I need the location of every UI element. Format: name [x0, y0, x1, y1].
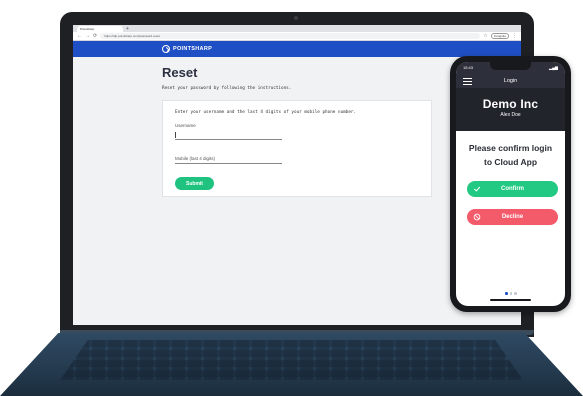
- phone-time: 15:43: [463, 65, 474, 70]
- laptop-camera: [294, 16, 298, 20]
- submit-button[interactable]: Submit: [175, 177, 214, 190]
- phone-account-header: Demo Inc Alex Doe: [456, 88, 565, 131]
- more-menu-icon[interactable]: ⋮: [512, 33, 517, 39]
- checkmark-icon: [474, 186, 481, 192]
- confirm-prompt-line1: Please confirm login: [468, 143, 553, 153]
- mobile-label: Mobile (last 4 digits): [175, 156, 216, 161]
- page-subtitle: Reset your password by following the ins…: [162, 86, 292, 91]
- menu-icon[interactable]: [463, 78, 472, 85]
- back-icon[interactable]: ←: [77, 33, 82, 39]
- username-input[interactable]: [175, 139, 282, 140]
- company-name: Demo Inc: [482, 97, 539, 111]
- phone-notch: [490, 62, 531, 70]
- home-indicator: [490, 299, 531, 301]
- reload-icon[interactable]: ⟳: [93, 33, 97, 39]
- username-label: Username: [175, 123, 196, 128]
- confirm-prompt: Please confirm login to Cloud App: [456, 141, 565, 169]
- forward-icon[interactable]: →: [85, 33, 90, 39]
- browser-tab-title: Pointsharp: [80, 27, 95, 31]
- page-dot: [509, 292, 512, 295]
- toolbar-actions: ☆ Incognito ⋮: [483, 33, 517, 39]
- laptop-keyboard: [60, 340, 523, 380]
- address-bar[interactable]: https://idp.pointsharp.com/password-rese…: [100, 33, 481, 39]
- user-name: Alex Doe: [500, 112, 521, 118]
- phone-nav-title: Login: [503, 78, 518, 84]
- confirm-button[interactable]: Confirm: [467, 181, 558, 197]
- decline-button[interactable]: Decline: [467, 209, 558, 225]
- browser-tab-strip: Pointsharp +: [73, 25, 521, 32]
- profile-button[interactable]: Incognito: [490, 33, 509, 39]
- form-instructions: Enter your username and the last 4 digit…: [175, 110, 357, 115]
- page-dot: [514, 292, 517, 295]
- mobile-input[interactable]: [175, 163, 282, 164]
- phone-nav-bar: Login: [456, 74, 565, 88]
- confirm-prompt-line2: to Cloud App: [483, 157, 538, 167]
- browser-toolbar: ← → ⟳ https://idp.pointsharp.com/passwor…: [73, 32, 521, 41]
- phone-screen: 15:43 ▂▄▆ Login Demo Inc Alex Doe Please…: [456, 62, 565, 306]
- brand-name: POINTSHARP: [173, 46, 213, 52]
- reset-form-card: Enter your username and the last 4 digit…: [162, 100, 432, 197]
- decline-button-label: Decline: [501, 214, 524, 220]
- signal-icon: ▂▄▆: [549, 65, 558, 70]
- prohibited-icon: [473, 213, 481, 221]
- username-caret: [175, 132, 176, 138]
- page-dot: [505, 292, 508, 295]
- page-title: Reset: [162, 65, 198, 80]
- page-indicator: [505, 292, 517, 295]
- pointsharp-logo-icon: [162, 45, 170, 53]
- confirm-button-label: Confirm: [501, 186, 524, 192]
- star-icon[interactable]: ☆: [483, 33, 487, 39]
- app-header: POINTSHARP: [73, 41, 521, 57]
